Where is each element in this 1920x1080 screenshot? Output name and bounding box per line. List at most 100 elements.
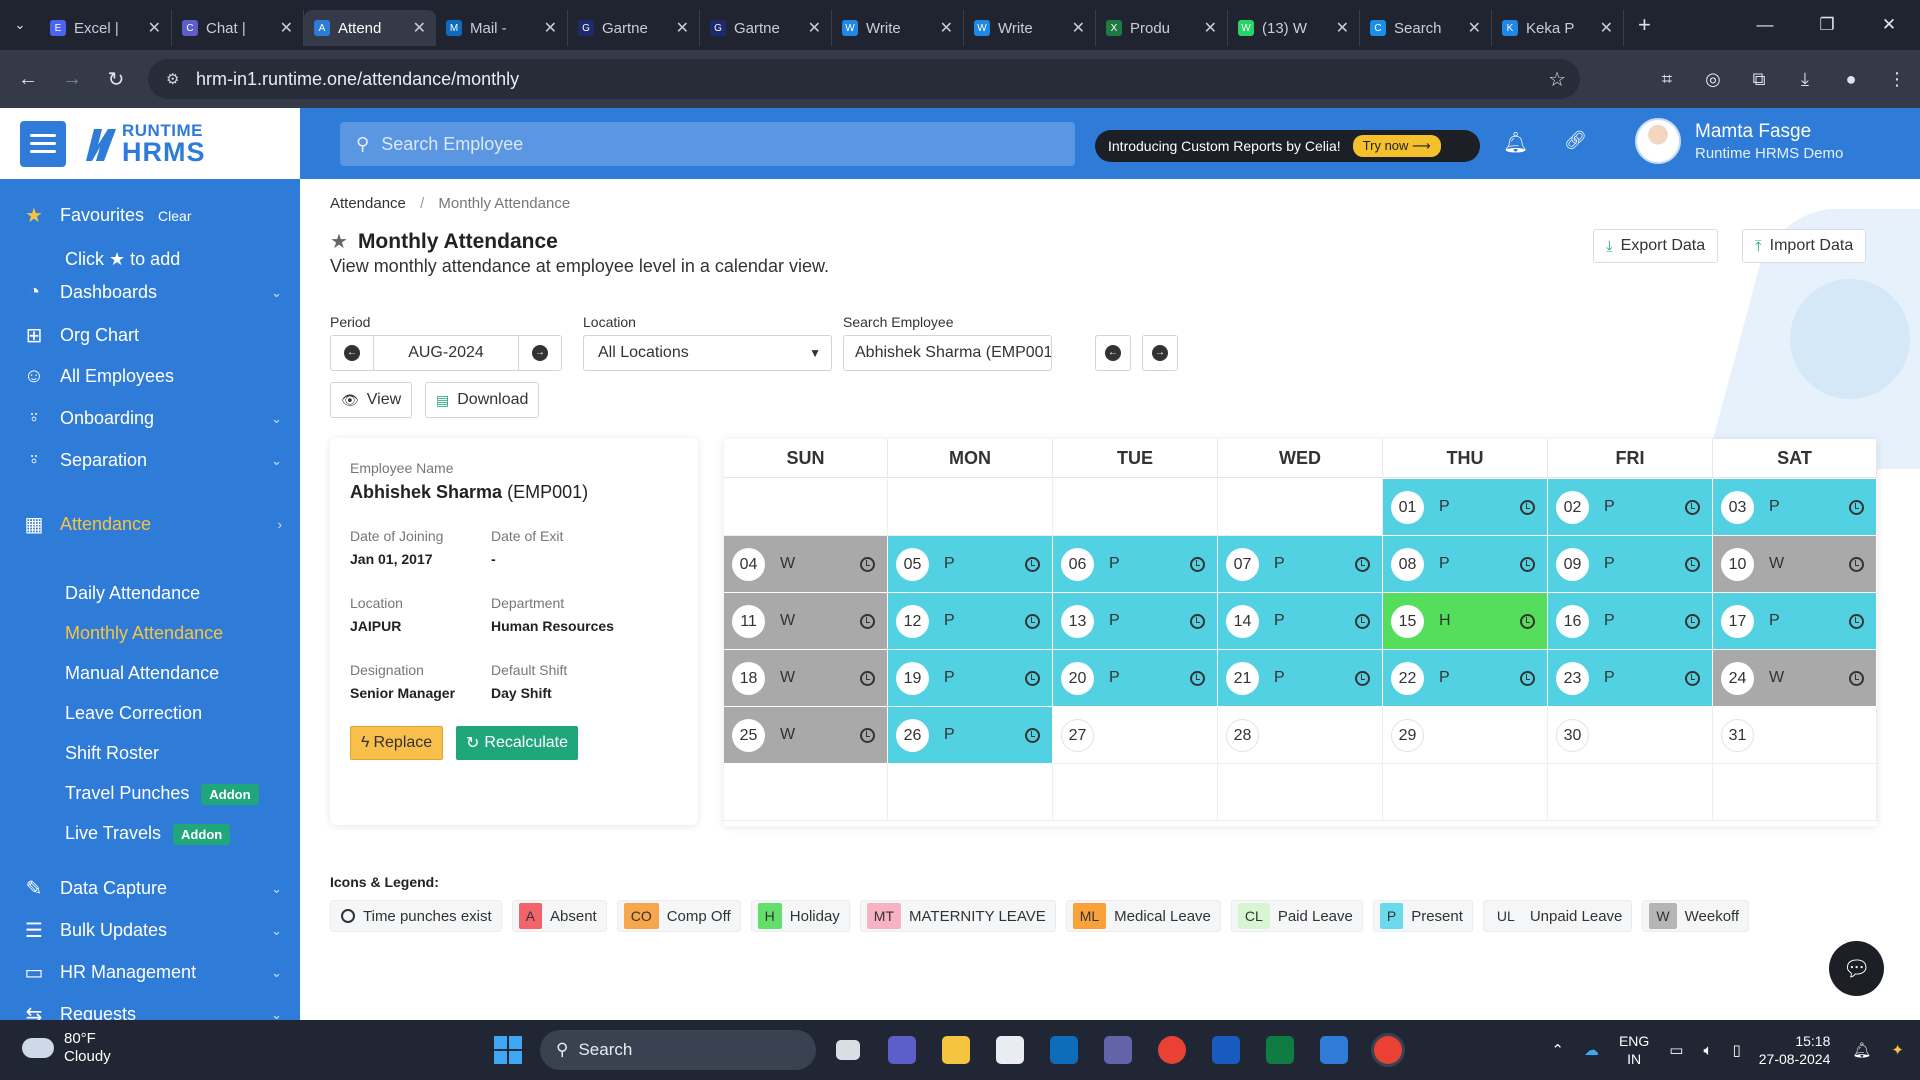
hamburger-menu-button[interactable] — [20, 120, 66, 167]
tab-close-icon[interactable]: ✕ — [1336, 18, 1349, 38]
onedrive-icon[interactable]: ☁ — [1584, 1041, 1599, 1059]
calendar-day-cell[interactable]: 06 P — [1053, 536, 1218, 593]
calendar-day-cell[interactable]: 22 P — [1383, 650, 1548, 707]
calendar-day-cell[interactable]: 18 W — [724, 650, 888, 707]
excel-icon[interactable] — [1258, 1028, 1302, 1072]
browser-menu-icon[interactable]: ⋮ — [1874, 69, 1920, 90]
tab-close-icon[interactable]: ✕ — [1072, 18, 1085, 38]
time-punch-clock-icon[interactable] — [1685, 557, 1700, 572]
calendar-day-cell[interactable]: 17 P — [1713, 593, 1877, 650]
time-punch-clock-icon[interactable] — [1190, 671, 1205, 686]
restore-button[interactable]: ❐ — [1796, 15, 1858, 35]
browser-tab[interactable]: G Gartne ✕ — [568, 10, 700, 46]
copilot-extension-icon[interactable]: ◎ — [1690, 69, 1736, 90]
calendar-day-cell[interactable]: 12 P — [888, 593, 1053, 650]
taskbar-search[interactable]: ⚲ Search — [540, 1030, 816, 1070]
calendar-day-cell[interactable]: 21 P — [1218, 650, 1383, 707]
calendar-day-cell[interactable]: 28 — [1218, 707, 1383, 764]
calendar-day-cell[interactable]: 26 P — [888, 707, 1053, 764]
browser-tab[interactable]: X Produ ✕ — [1096, 10, 1228, 46]
tab-close-icon[interactable]: ✕ — [1600, 18, 1613, 38]
link-icon[interactable]: 🔗︎ — [1564, 130, 1587, 151]
browser-tab[interactable]: K Keka P ✕ — [1492, 10, 1624, 46]
time-punch-clock-icon[interactable] — [1025, 557, 1040, 572]
address-bar[interactable]: ⚙ hrm-in1.runtime.one/attendance/monthly… — [148, 59, 1580, 99]
sidebar-item-attendance[interactable]: ▦ Attendance › — [0, 512, 300, 537]
browser-tab[interactable]: W Write ✕ — [832, 10, 964, 46]
browser-tab[interactable]: A Attend ✕ — [304, 10, 436, 46]
calendar-day-cell[interactable]: 20 P — [1053, 650, 1218, 707]
tab-search-menu[interactable]: ⌄ — [0, 0, 40, 50]
tab-close-icon[interactable]: ✕ — [544, 18, 557, 38]
site-settings-icon[interactable]: ⚙ — [166, 70, 184, 88]
sidebar-item-bulk-updates[interactable]: ☰ Bulk Updates ⌄ — [0, 918, 300, 943]
store-icon[interactable] — [988, 1028, 1032, 1072]
battery-icon[interactable]: ▯ — [1732, 1041, 1740, 1059]
calendar-day-cell[interactable]: 24 W — [1713, 650, 1877, 707]
time-punch-clock-icon[interactable] — [1355, 671, 1370, 686]
tab-close-icon[interactable]: ✕ — [413, 18, 426, 38]
outlook-icon[interactable] — [1042, 1028, 1086, 1072]
calendar-day-cell[interactable]: 04 W — [724, 536, 888, 593]
calendar-day-cell[interactable]: 13 P — [1053, 593, 1218, 650]
time-punch-clock-icon[interactable] — [1025, 671, 1040, 686]
period-value[interactable]: AUG-2024 — [373, 336, 519, 370]
todo-icon[interactable] — [1312, 1028, 1356, 1072]
calendar-day-cell[interactable]: 23 P — [1548, 650, 1713, 707]
new-tab-button[interactable]: + — [1638, 12, 1651, 38]
tab-close-icon[interactable]: ✕ — [676, 18, 689, 38]
time-punch-clock-icon[interactable] — [1025, 728, 1040, 743]
bookmark-star-icon[interactable]: ☆ — [1548, 67, 1566, 92]
sidebar-subitem-daily-attendance[interactable]: Daily Attendance — [65, 583, 200, 604]
calendar-day-cell[interactable]: 10 W — [1713, 536, 1877, 593]
weather-widget[interactable]: 80°F Cloudy — [22, 1030, 111, 1066]
replace-button[interactable]: ϟ Replace — [350, 726, 444, 760]
browser-tab[interactable]: M Mail - ✕ — [436, 10, 568, 46]
next-employee-button[interactable]: → — [1142, 335, 1178, 371]
tab-close-icon[interactable]: ✕ — [148, 18, 161, 38]
chevron-up-icon[interactable]: ⌃ — [1551, 1041, 1564, 1059]
time-punch-clock-icon[interactable] — [1520, 557, 1535, 572]
calendar-day-cell[interactable]: 05 P — [888, 536, 1053, 593]
copilot-icon[interactable]: ✦ — [1891, 1041, 1904, 1059]
time-punch-clock-icon[interactable] — [1355, 614, 1370, 629]
calendar-day-cell[interactable]: 02 P — [1548, 479, 1713, 536]
favourite-star-icon[interactable]: ★ — [330, 229, 348, 254]
calendar-day-cell[interactable]: 30 — [1548, 707, 1713, 764]
tab-close-icon[interactable]: ✕ — [1204, 18, 1217, 38]
time-punch-clock-icon[interactable] — [1025, 614, 1040, 629]
import-data-button[interactable]: ⤒ Import Data — [1742, 229, 1867, 263]
teams-icon[interactable] — [1096, 1028, 1140, 1072]
time-punch-clock-icon[interactable] — [1849, 557, 1864, 572]
browser-tab[interactable]: E Excel | ✕ — [40, 10, 172, 46]
runtime-hrms-logo[interactable]: RUNTIME HRMS — [82, 122, 206, 166]
time-punch-clock-icon[interactable] — [1849, 671, 1864, 686]
chrome-active-icon[interactable] — [1366, 1028, 1410, 1072]
calendar-day-cell[interactable]: 08 P — [1383, 536, 1548, 593]
global-search-employee-input[interactable]: ⚲ Search Employee — [340, 122, 1075, 166]
promo-banner[interactable]: Introducing Custom Reports by Celia! Try… — [1095, 130, 1480, 162]
chat-button[interactable]: 💬︎ — [1829, 941, 1884, 996]
time-punch-clock-icon[interactable] — [1355, 557, 1370, 572]
export-data-button[interactable]: ⤓ Export Data — [1593, 229, 1719, 263]
sidebar-subitem-live-travels[interactable]: Live Travels Addon — [65, 823, 231, 845]
start-button[interactable] — [486, 1028, 530, 1072]
chrome-icon[interactable] — [1150, 1028, 1194, 1072]
calendar-day-cell[interactable]: 09 P — [1548, 536, 1713, 593]
minimize-button[interactable]: — — [1734, 15, 1796, 35]
sidebar-item-dashboards[interactable]: ◔ Dashboards ⌄ — [0, 281, 300, 304]
calendar-day-cell[interactable]: 11 W — [724, 593, 888, 650]
view-button[interactable]: 👁︎ View — [330, 382, 413, 418]
browser-tab[interactable]: W Write ✕ — [964, 10, 1096, 46]
time-punch-clock-icon[interactable] — [1849, 614, 1864, 629]
time-punch-clock-icon[interactable] — [860, 557, 875, 572]
teams-work-icon[interactable] — [880, 1028, 924, 1072]
next-period-button[interactable]: → — [519, 336, 561, 370]
sidebar-item-onboarding[interactable]: ⍤ Onboarding ⌄ — [0, 407, 300, 430]
sidebar-subitem-manual-attendance[interactable]: Manual Attendance — [65, 663, 219, 684]
sidebar-item-requests[interactable]: ⇆ Requests ⌄ — [0, 1002, 300, 1020]
time-punch-clock-icon[interactable] — [1520, 500, 1535, 515]
sidebar-item-separation[interactable]: ⍤ Separation ⌄ — [0, 449, 300, 472]
word-icon[interactable] — [1204, 1028, 1248, 1072]
sidebar-subitem-leave-correction[interactable]: Leave Correction — [65, 703, 202, 724]
